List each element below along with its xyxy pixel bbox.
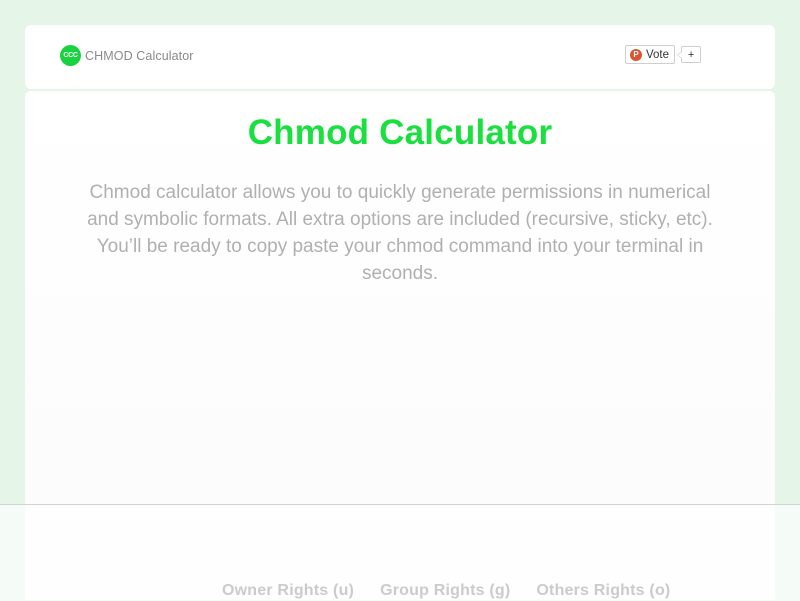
producthunt-vote-widget: P Vote +	[625, 45, 702, 64]
rights-column-headers: Owner Rights (u) Group Rights (g) Others…	[222, 582, 670, 600]
vote-label: Vote	[646, 48, 670, 61]
producthunt-vote-button[interactable]: P Vote	[625, 45, 676, 64]
group-rights-heading: Group Rights (g)	[380, 582, 511, 599]
owner-rights-heading: Owner Rights (u)	[222, 582, 355, 599]
producthunt-count-bubble[interactable]: +	[677, 46, 702, 63]
page-title: Chmod Calculator	[247, 113, 553, 152]
logo-text: CHMOD Calculator	[85, 48, 194, 63]
site-logo[interactable]: CCC CHMOD Calculator	[60, 45, 194, 66]
producthunt-logo-icon: P	[630, 48, 642, 61]
logo-badge-icon: CCC	[60, 45, 81, 66]
intro-text: Chmod calculator allows you to quickly g…	[87, 182, 713, 284]
others-rights-heading: Others Rights (o)	[536, 582, 671, 599]
